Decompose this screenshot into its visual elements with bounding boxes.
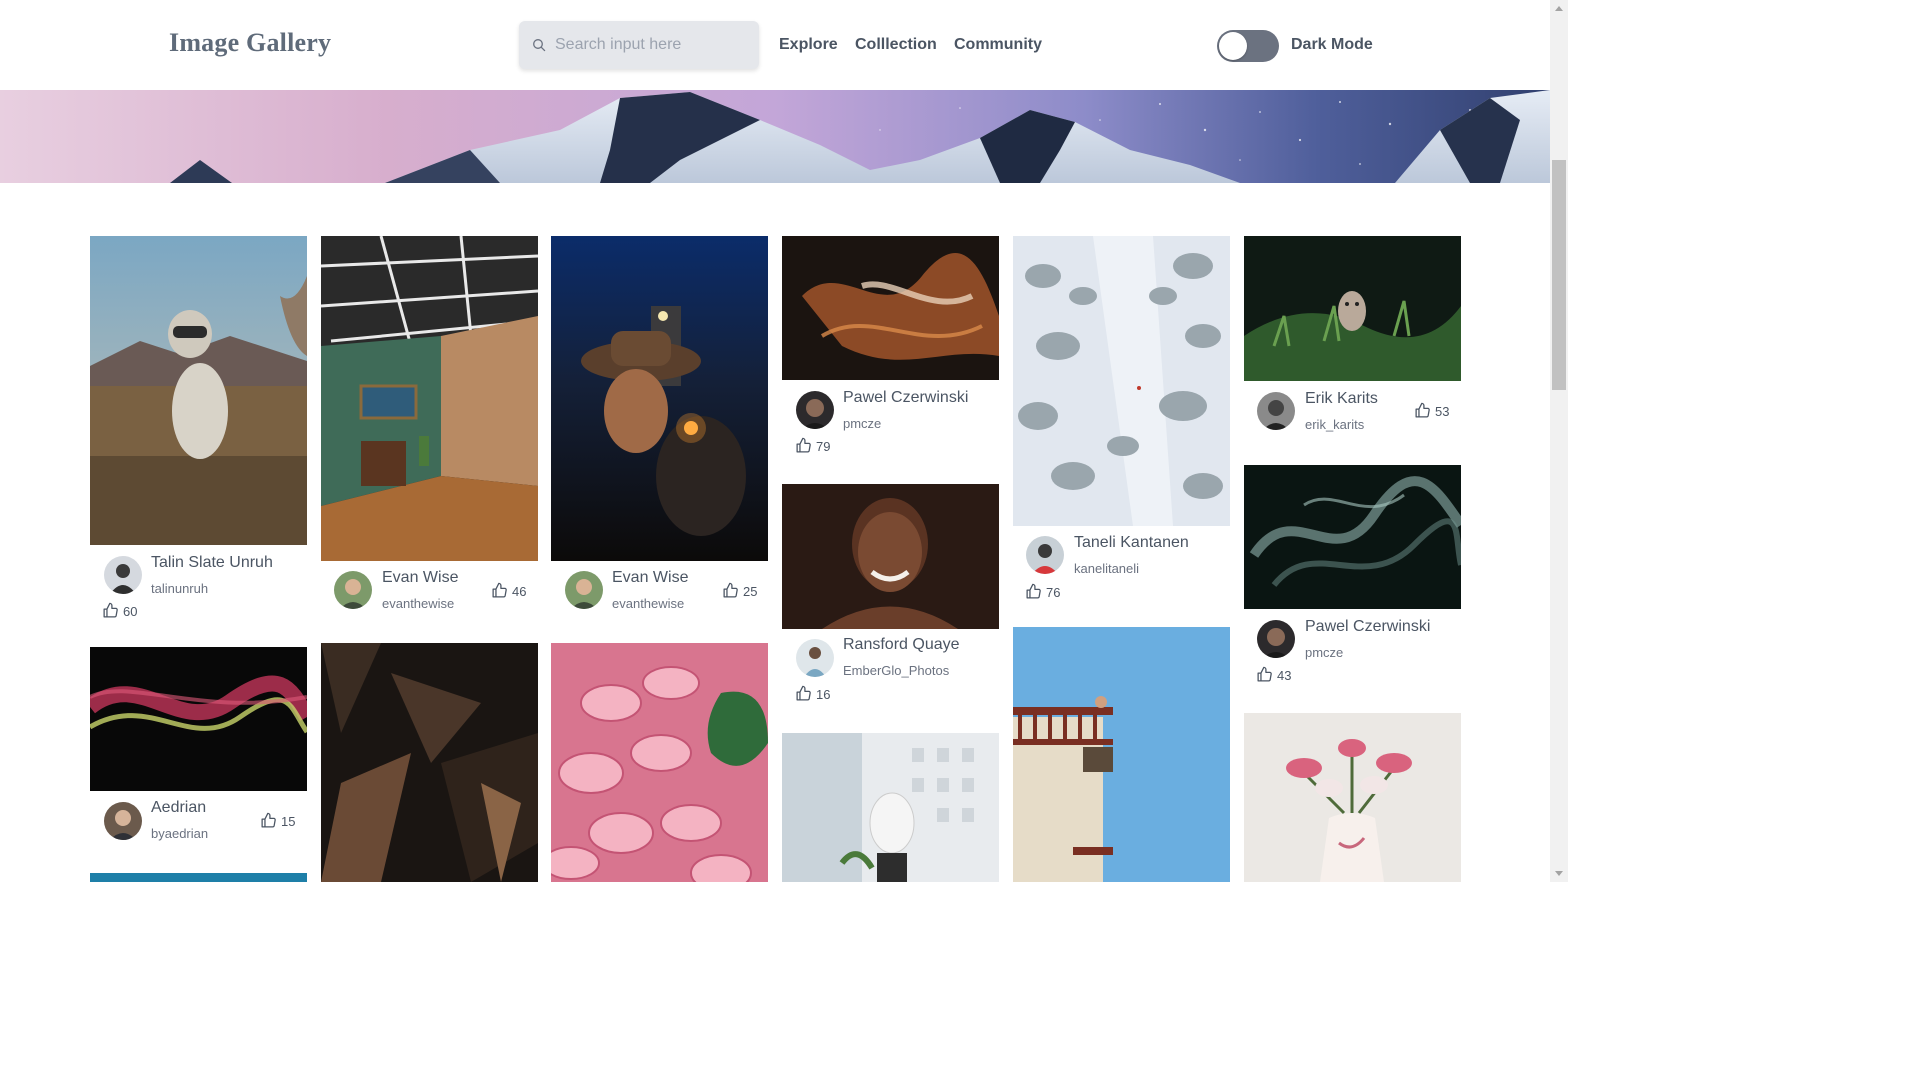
like-count: 15 (281, 814, 296, 829)
like-count: 76 (1046, 585, 1061, 600)
author-name[interactable]: Evan Wise (382, 569, 458, 587)
photo-husky-dog[interactable] (90, 236, 307, 545)
photo-man-lighting-cigarette[interactable] (551, 236, 768, 561)
dark-mode-label: Dark Mode (1291, 36, 1373, 53)
nav-explore[interactable]: Explore (779, 36, 838, 54)
like-count: 16 (816, 687, 831, 702)
author-handle: kanelitaneli (1074, 561, 1140, 576)
search-box[interactable] (519, 21, 759, 69)
photo-snowy-forest-aerial[interactable] (1013, 236, 1230, 526)
photo-owl-on-grass[interactable] (1244, 236, 1461, 381)
hero-banner-image (0, 90, 1550, 183)
author-handle: EmberGlo_Photos (843, 663, 950, 678)
photo-light-streaks[interactable] (90, 647, 307, 791)
toggle-knob (1219, 32, 1247, 60)
photo-balcony-blue-sky[interactable] (1013, 627, 1230, 882)
photo-smiling-woman-portrait[interactable] (782, 484, 999, 629)
author-handle: pmcze (1305, 645, 1344, 660)
author-handle: erik_karits (1305, 417, 1365, 432)
author-handle: talinunruh (151, 581, 209, 596)
thumbs-up-icon (723, 582, 738, 598)
author-name[interactable]: Pawel Czerwinski (1305, 618, 1430, 636)
author-name[interactable]: Aedrian (151, 799, 206, 817)
avatar[interactable] (796, 391, 834, 429)
author-name[interactable]: Evan Wise (612, 569, 688, 587)
author-name[interactable]: Talin Slate Unruh (151, 554, 273, 572)
scroll-down-arrow-icon[interactable] (1555, 871, 1563, 876)
avatar[interactable] (104, 802, 142, 840)
author-name[interactable]: Erik Karits (1305, 390, 1378, 408)
photo-smoke-abstract[interactable] (1244, 465, 1461, 609)
nav-community[interactable]: Community (954, 36, 1042, 54)
search-input[interactable] (553, 21, 751, 69)
avatar[interactable] (1026, 536, 1064, 574)
thumbs-up-icon (1415, 402, 1430, 418)
author-handle: pmcze (843, 416, 882, 431)
photo-flowers-in-vase[interactable] (1244, 713, 1461, 882)
photo-dark-geometric[interactable] (321, 643, 538, 882)
thumbs-up-icon (1026, 583, 1041, 599)
dark-mode-toggle[interactable] (1217, 30, 1279, 62)
avatar[interactable] (565, 571, 603, 609)
photo-abstract-swirl[interactable] (782, 236, 999, 380)
like-count: 43 (1277, 668, 1292, 683)
like-count: 46 (512, 584, 527, 599)
nav-collection[interactable]: Colllection (855, 36, 937, 54)
avatar[interactable] (1257, 620, 1295, 658)
author-handle: byaedrian (151, 826, 209, 841)
photo-pink-dahlia[interactable] (551, 643, 768, 882)
like-count: 79 (816, 439, 831, 454)
photo-hallway-interior[interactable] (321, 236, 538, 561)
photo-white-interior-sculpture[interactable] (782, 733, 999, 882)
thumbs-up-icon (1257, 666, 1272, 682)
photo-partial[interactable] (90, 873, 307, 882)
scrollbar-thumb[interactable] (1552, 160, 1566, 390)
site-logo[interactable]: Image Gallery (169, 28, 331, 58)
author-name[interactable]: Taneli Kantanen (1074, 534, 1189, 552)
avatar[interactable] (104, 556, 142, 594)
top-header: Image Gallery Explore Colllection Commun… (0, 0, 1550, 90)
avatar[interactable] (1257, 392, 1295, 430)
author-handle: evanthewise (382, 596, 455, 611)
like-count: 25 (743, 584, 758, 599)
search-icon (533, 39, 546, 52)
thumbs-up-icon (261, 812, 276, 828)
like-count: 60 (123, 604, 138, 619)
avatar[interactable] (796, 639, 834, 677)
thumbs-up-icon (796, 685, 811, 701)
scroll-up-arrow-icon[interactable] (1555, 6, 1563, 11)
thumbs-up-icon (796, 437, 811, 453)
author-name[interactable]: Pawel Czerwinski (843, 389, 968, 407)
author-handle: evanthewise (612, 596, 685, 611)
avatar[interactable] (334, 571, 372, 609)
author-name[interactable]: Ransford Quaye (843, 636, 960, 654)
like-count: 53 (1435, 404, 1450, 419)
thumbs-up-icon (492, 582, 507, 598)
vertical-scrollbar[interactable] (1550, 0, 1568, 882)
thumbs-up-icon (103, 602, 118, 618)
